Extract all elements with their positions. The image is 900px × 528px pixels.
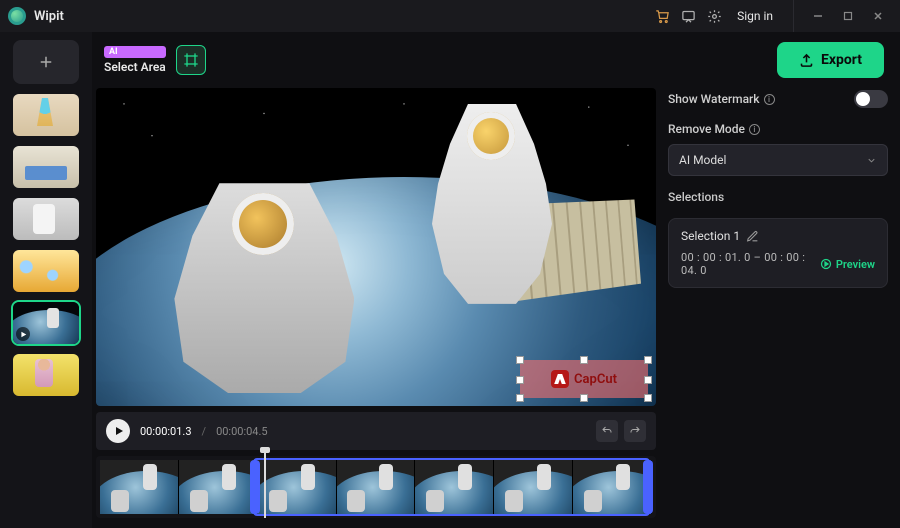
media-thumb-2[interactable] — [13, 146, 79, 188]
add-media-button[interactable] — [13, 40, 79, 84]
video-preview[interactable]: CapCut — [96, 88, 656, 406]
selection-time-range: 00 : 00 : 01. 0 – 00 : 00 : 04. 0 — [681, 251, 820, 277]
media-thumb-3[interactable] — [13, 198, 79, 240]
preview-selection-button[interactable]: Preview — [820, 258, 875, 271]
selection-handle[interactable] — [516, 376, 524, 384]
watermark-selection-box[interactable]: CapCut — [520, 360, 648, 398]
selection-handle[interactable] — [644, 394, 652, 402]
media-thumb-4[interactable] — [13, 250, 79, 292]
capcut-logo-icon — [551, 370, 569, 388]
selection-name: Selection 1 — [681, 229, 740, 243]
feedback-icon[interactable] — [675, 3, 701, 29]
selection-handle[interactable] — [580, 356, 588, 364]
timeline-playhead[interactable] — [264, 452, 266, 518]
info-icon[interactable]: i — [764, 94, 775, 105]
titlebar: Wipit Sign in — [0, 0, 900, 32]
playback-controls: 00:00:01.3 / 00:00:04.5 — [96, 412, 656, 450]
window-close-button[interactable] — [864, 4, 892, 28]
cart-icon[interactable] — [649, 3, 675, 29]
timeline-frame[interactable] — [573, 460, 652, 514]
window-minimize-button[interactable] — [804, 4, 832, 28]
selection-handle[interactable] — [644, 356, 652, 364]
selections-title: Selections — [668, 190, 888, 204]
timeline-frame[interactable] — [179, 460, 258, 514]
sign-in-link[interactable]: Sign in — [727, 9, 783, 23]
app-name: Wipit — [34, 9, 64, 24]
select-area-tool-button[interactable] — [176, 45, 206, 75]
time-total: 00:00:04.5 — [216, 425, 268, 438]
remove-mode-label: Remove Mode i — [668, 122, 888, 136]
timeline-frame[interactable] — [415, 460, 494, 514]
selection-handle[interactable] — [644, 376, 652, 384]
show-watermark-toggle[interactable] — [854, 90, 888, 108]
settings-icon[interactable] — [701, 3, 727, 29]
timeline-frame[interactable] — [337, 460, 416, 514]
media-thumb-5[interactable] — [13, 302, 79, 344]
timeline-frame[interactable] — [258, 460, 337, 514]
window-maximize-button[interactable] — [834, 4, 862, 28]
right-panel: Show Watermark i Remove Mode i AI Model — [668, 88, 888, 518]
titlebar-divider — [793, 0, 794, 32]
select-area-label: Select Area — [104, 60, 166, 74]
toolbar: AI Select Area Export — [92, 32, 900, 88]
export-button-label: Export — [821, 52, 862, 68]
sidebar — [0, 32, 92, 528]
timeline-frame[interactable] — [494, 460, 573, 514]
undo-button[interactable] — [596, 420, 618, 442]
time-current: 00:00:01.3 — [140, 425, 192, 438]
remove-mode-value: AI Model — [679, 153, 726, 167]
play-button[interactable] — [106, 419, 130, 443]
media-thumb-6[interactable] — [13, 354, 79, 396]
watermark-text: CapCut — [574, 372, 617, 387]
info-icon[interactable]: i — [749, 124, 760, 135]
remove-mode-dropdown[interactable]: AI Model — [668, 144, 888, 176]
selection-handle[interactable] — [516, 394, 524, 402]
timeline-frame[interactable] — [100, 460, 179, 514]
app-logo-icon — [8, 7, 26, 25]
timeline[interactable] — [96, 456, 656, 518]
ai-badge: AI — [104, 46, 166, 58]
preview-content — [96, 88, 656, 406]
show-watermark-label: Show Watermark i — [668, 92, 775, 106]
chevron-down-icon — [866, 155, 877, 166]
edit-icon[interactable] — [746, 230, 759, 243]
media-thumb-1[interactable] — [13, 94, 79, 136]
redo-button[interactable] — [624, 420, 646, 442]
selection-handle[interactable] — [580, 394, 588, 402]
selection-handle[interactable] — [516, 356, 524, 364]
selection-card: Selection 1 00 : 00 : 01. 0 – 00 : 00 : … — [668, 218, 888, 288]
export-button[interactable]: Export — [777, 42, 884, 78]
